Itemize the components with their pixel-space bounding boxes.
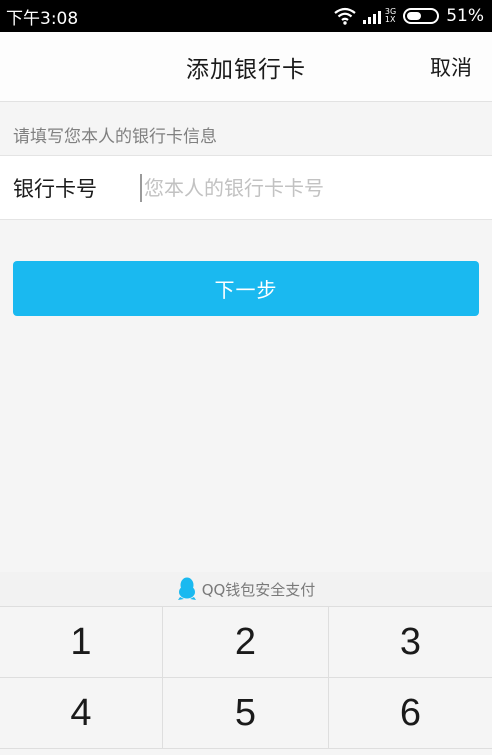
key-5[interactable]: 5: [163, 678, 329, 749]
key-1[interactable]: 1: [0, 607, 163, 678]
security-text: QQ钱包安全支付: [201, 580, 316, 599]
key-2[interactable]: 2: [163, 607, 329, 678]
page-title: 添加银行卡: [186, 56, 306, 83]
cancel-button[interactable]: 取消: [430, 32, 472, 102]
network-sub: 1X: [384, 15, 396, 24]
app-root: 下午3:08 3G 1X 51% 添加银行卡 取消 请填写您本人的银行卡信息 银…: [0, 0, 492, 755]
qq-penguin-icon: [177, 577, 196, 600]
next-step-button[interactable]: 下一步: [13, 261, 479, 316]
card-number-input[interactable]: [144, 167, 474, 208]
status-time: 下午3:08: [6, 8, 79, 29]
header: 添加银行卡 取消: [0, 32, 492, 102]
wifi-icon: [334, 7, 356, 25]
text-cursor: [140, 173, 142, 202]
card-number-label: 银行卡号: [13, 176, 97, 201]
card-number-row: 银行卡号: [0, 155, 492, 220]
battery-percent: 51%: [446, 6, 484, 26]
status-bar: 下午3:08 3G 1X 51%: [0, 0, 492, 32]
key-4[interactable]: 4: [0, 678, 163, 749]
security-banner: QQ钱包安全支付: [0, 572, 492, 606]
key-3[interactable]: 3: [329, 607, 492, 678]
signal-icon: 3G 1X: [362, 8, 396, 24]
key-6[interactable]: 6: [329, 678, 492, 749]
card-number-field: [140, 156, 492, 219]
status-icons: 3G 1X 51%: [334, 6, 484, 26]
battery-icon: [403, 8, 440, 24]
numeric-keypad: 1 2 3 4 5 6: [0, 606, 492, 755]
battery-fill: [407, 12, 422, 20]
form-hint: 请填写您本人的银行卡信息: [13, 127, 217, 147]
